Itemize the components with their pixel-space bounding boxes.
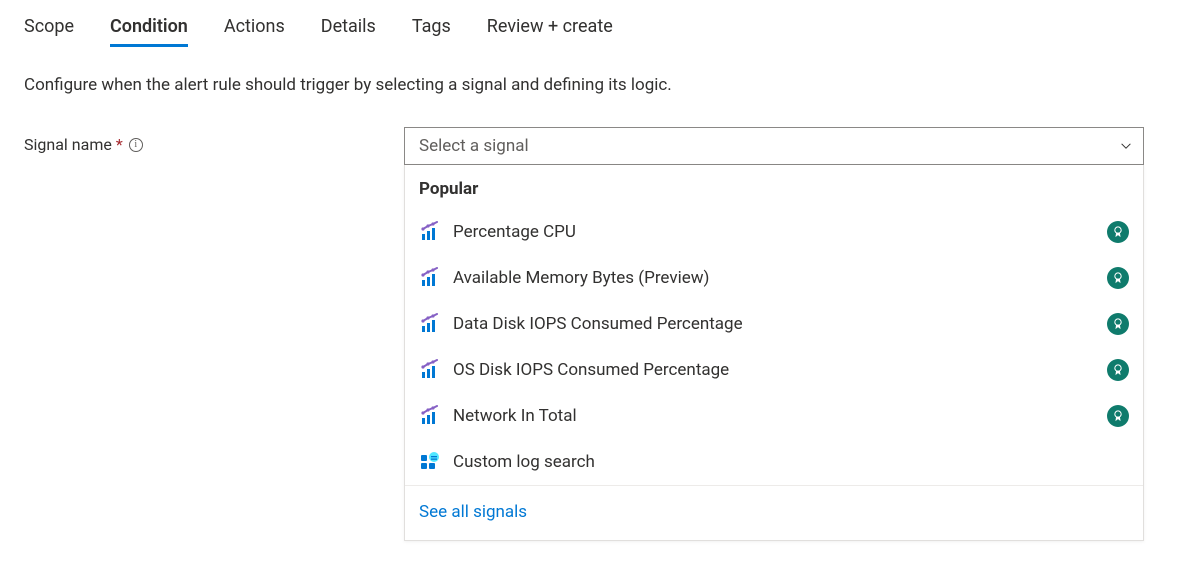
recommended-badge-icon <box>1107 359 1129 381</box>
signal-name-label: Signal name <box>24 135 112 154</box>
chevron-down-icon <box>1119 139 1133 153</box>
signal-item-os-disk-iops[interactable]: OS Disk IOPS Consumed Percentage <box>405 347 1143 393</box>
log-search-icon <box>419 451 441 473</box>
tab-condition[interactable]: Condition <box>110 16 188 47</box>
signal-item-network-in-total[interactable]: Network In Total <box>405 393 1143 439</box>
metric-icon <box>419 313 441 335</box>
signal-item-label: Available Memory Bytes (Preview) <box>453 268 1095 288</box>
recommended-badge-icon <box>1107 267 1129 289</box>
required-indicator: * <box>116 135 123 154</box>
recommended-badge-icon <box>1107 221 1129 243</box>
recommended-badge-icon <box>1107 405 1129 427</box>
signal-name-row: Signal name * i Select a signal Popular <box>24 127 1156 541</box>
signal-item-label: Custom log search <box>453 452 1129 472</box>
metric-icon <box>419 359 441 381</box>
info-icon[interactable]: i <box>129 138 143 152</box>
signal-name-control: Select a signal Popular <box>404 127 1144 541</box>
dropdown-header: Popular <box>405 165 1143 209</box>
signal-list: Percentage CPU <box>405 209 1143 486</box>
condition-description: Configure when the alert rule should tri… <box>24 75 1156 95</box>
signal-item-label: Network In Total <box>453 406 1095 426</box>
tab-details[interactable]: Details <box>321 16 376 47</box>
metric-icon <box>419 267 441 289</box>
signal-item-custom-log-search[interactable]: Custom log search <box>405 439 1143 485</box>
see-all-signals-link[interactable]: See all signals <box>419 502 527 522</box>
signal-item-label: OS Disk IOPS Consumed Percentage <box>453 360 1095 380</box>
recommended-badge-icon <box>1107 313 1129 335</box>
tab-tags[interactable]: Tags <box>412 16 451 47</box>
metric-icon <box>419 405 441 427</box>
metric-icon <box>419 221 441 243</box>
signal-item-percentage-cpu[interactable]: Percentage CPU <box>405 209 1143 255</box>
signal-item-available-memory[interactable]: Available Memory Bytes (Preview) <box>405 255 1143 301</box>
signal-select-placeholder: Select a signal <box>419 136 529 156</box>
signal-item-label: Data Disk IOPS Consumed Percentage <box>453 314 1095 334</box>
tab-actions[interactable]: Actions <box>224 16 285 47</box>
signal-item-label: Percentage CPU <box>453 222 1095 242</box>
signal-item-data-disk-iops[interactable]: Data Disk IOPS Consumed Percentage <box>405 301 1143 347</box>
tab-review-create[interactable]: Review + create <box>487 16 613 47</box>
signal-select[interactable]: Select a signal <box>404 127 1144 165</box>
signal-dropdown: Popular Percentage <box>404 165 1144 541</box>
signal-name-label-group: Signal name * i <box>24 127 404 154</box>
tabs-row: Scope Condition Actions Details Tags Rev… <box>24 10 1156 47</box>
see-all-row: See all signals <box>405 486 1143 540</box>
tab-scope[interactable]: Scope <box>24 16 74 47</box>
